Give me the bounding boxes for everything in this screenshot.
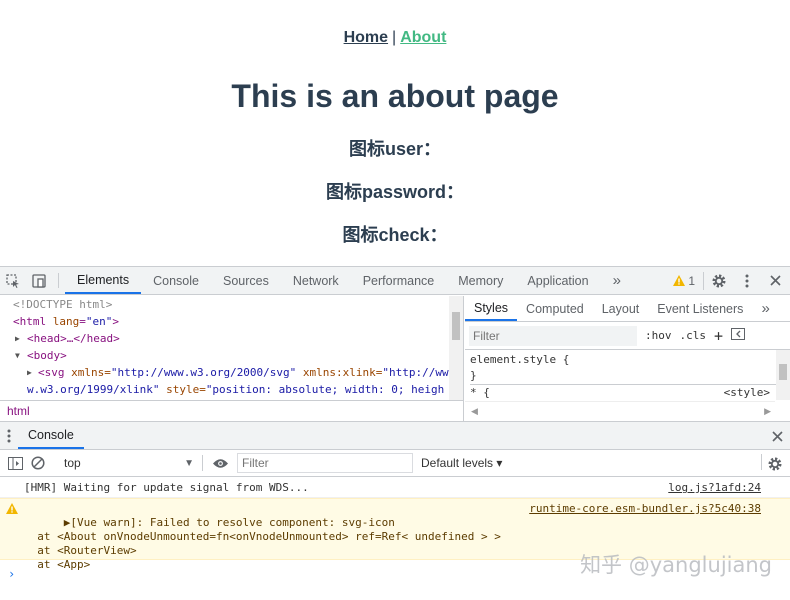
dom-node-html[interactable]: <html lang="en"> (0, 313, 463, 330)
dom-node-head[interactable]: ▶ <head>…</head> (0, 330, 463, 347)
nav-bar: Home | About (0, 29, 790, 47)
more-tabs-button[interactable]: » (601, 267, 633, 294)
device-toolbar-icon[interactable] (26, 267, 52, 294)
computed-sidebar-icon[interactable] (731, 328, 746, 343)
more-vert-icon[interactable] (2, 428, 16, 444)
page-title: This is an about page (231, 78, 559, 114)
console-filter-input[interactable] (237, 453, 413, 473)
drawer-tabbar: Console (0, 421, 790, 450)
eye-icon[interactable] (207, 458, 233, 469)
console-messages: [HMR] Waiting for update signal from WDS… (0, 477, 790, 600)
elements-styles-split: <!DOCTYPE html> <html lang="en"> ▶ <head>… (0, 296, 790, 421)
toolbar-right: 1 (665, 267, 790, 294)
log-message: [HMR] Waiting for update signal from WDS… (24, 481, 309, 494)
gear-icon[interactable] (766, 455, 784, 473)
hov-button[interactable]: :hov (645, 329, 672, 342)
styles-filter-input[interactable] (469, 325, 637, 346)
styles-hscrollbar[interactable]: ◀ ▶ (465, 401, 775, 421)
collapse-triangle-icon[interactable]: ▼ (15, 347, 20, 364)
icon-check-label: 图标check： (342, 225, 448, 245)
devtools-tabbar: Elements Console Sources Network Perform… (0, 267, 790, 295)
new-rule-button[interactable]: + (714, 327, 723, 345)
tab-performance[interactable]: Performance (351, 267, 447, 294)
tab-styles[interactable]: Styles (465, 296, 518, 321)
inspect-icon[interactable] (0, 267, 26, 294)
rule-universal[interactable]: * {<style> (470, 384, 790, 400)
rule-element-style-end: } (470, 369, 477, 382)
tab-computed[interactable]: Computed (517, 296, 593, 321)
more-vert-icon[interactable] (734, 274, 760, 288)
app-page: Home | About This is an about page 图标user：… (0, 0, 790, 266)
warning-count: 1 (688, 273, 695, 288)
warning-counter[interactable]: 1 (665, 271, 704, 290)
tab-layout[interactable]: Layout (593, 296, 649, 321)
console-prompt[interactable]: › (8, 567, 15, 581)
about-link[interactable]: About (400, 29, 446, 46)
toolbar-divider (761, 454, 762, 470)
toolbar-divider (58, 273, 59, 288)
cls-button[interactable]: .cls (680, 329, 707, 342)
close-icon[interactable] (760, 275, 790, 286)
gear-icon[interactable] (704, 273, 734, 289)
icon-user-label: 图标user： (348, 139, 442, 159)
tab-memory[interactable]: Memory (446, 267, 515, 294)
warning-message: ▶[Vue warn]: Failed to resolve component… (37, 516, 501, 571)
rule-element-style[interactable]: element.style { (470, 352, 790, 368)
dom-node-svg-cont[interactable]: w.w3.org/1999/xlink" style="position: ab… (0, 381, 463, 398)
breadcrumb[interactable]: html (0, 400, 464, 421)
log-levels-dropdown[interactable]: Default levels ▾ (421, 456, 502, 470)
warning-icon (6, 503, 18, 518)
styles-pane: Styles Computed Layout Event Listeners »… (465, 296, 790, 421)
console-log-hmr[interactable]: [HMR] Waiting for update signal from WDS… (0, 478, 790, 498)
elements-tree: <!DOCTYPE html> <html lang="en"> ▶ <head>… (0, 296, 464, 421)
warning-source-link[interactable]: runtime-core.esm-bundler.js?5c40:38 (529, 502, 761, 516)
home-link[interactable]: Home (344, 29, 388, 46)
tab-elements[interactable]: Elements (65, 267, 142, 294)
console-toolbar: top ▼ Default levels ▾ (0, 450, 790, 477)
dom-node-body[interactable]: ▼ <body> (0, 347, 463, 364)
context-select[interactable]: top ▼ (60, 453, 198, 473)
elements-scrollbar[interactable] (449, 296, 463, 400)
dom-node-svg[interactable]: ▶ <svg xmlns="http://www.w3.org/2000/svg"… (0, 364, 463, 381)
devtools-panel: Elements Console Sources Network Perform… (0, 266, 790, 600)
console-sidebar-icon[interactable] (2, 456, 28, 470)
context-value: top (64, 456, 81, 470)
dropdown-arrow-icon: ▼ (184, 457, 194, 469)
dom-node-doctype[interactable]: <!DOCTYPE html> (0, 296, 463, 313)
warning-icon (673, 275, 686, 286)
tab-console[interactable]: Console (141, 267, 211, 294)
icon-password-label: 图标password： (325, 182, 465, 202)
log-source-link[interactable]: log.js?1afd:24 (668, 478, 761, 498)
close-icon[interactable] (770, 429, 784, 443)
expand-triangle-icon[interactable]: ▶ (27, 364, 32, 381)
drawer-tab-console[interactable]: Console (18, 422, 84, 449)
nav-separator: | (392, 29, 397, 46)
rule-source-link[interactable]: <style> (724, 385, 770, 401)
styles-rules: element.style { } * {<style> (465, 352, 790, 400)
tab-event-listeners[interactable]: Event Listeners (648, 296, 752, 321)
expand-triangle-icon[interactable]: ▶ (15, 330, 20, 347)
styles-scrollbar[interactable] (776, 350, 790, 400)
toolbar-divider (202, 455, 203, 471)
styles-filter-bar: :hov .cls + (465, 322, 790, 350)
more-style-tabs-button[interactable]: » (752, 296, 778, 321)
tab-network[interactable]: Network (281, 267, 351, 294)
styles-tabbar: Styles Computed Layout Event Listeners » (465, 296, 790, 322)
clear-icon[interactable] (28, 456, 48, 470)
tab-sources[interactable]: Sources (211, 267, 281, 294)
tab-application[interactable]: Application (515, 267, 600, 294)
watermark: 知乎 @yanglujiang (580, 553, 772, 577)
